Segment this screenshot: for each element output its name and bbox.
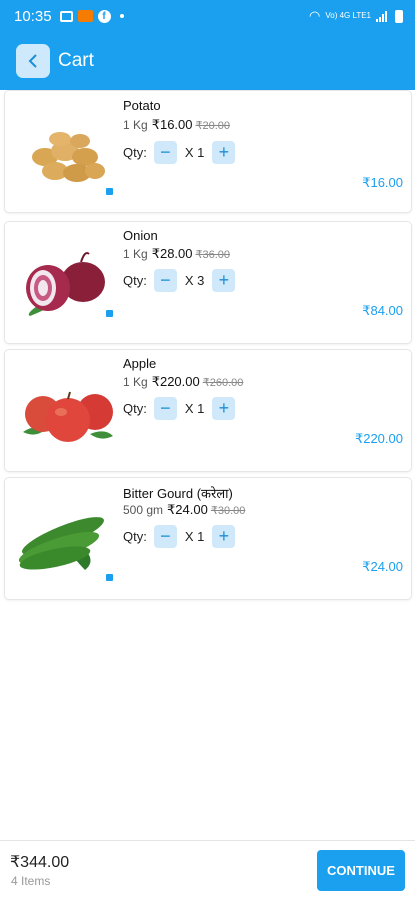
gallery-notification-icon <box>59 10 73 22</box>
status-time: 10:35 <box>14 7 52 25</box>
item-total: ₹84.00 <box>362 303 403 318</box>
increase-qty-button[interactable]: + <box>212 269 236 292</box>
qty-value: X 1 <box>184 529 205 544</box>
onion-image <box>26 252 105 316</box>
item-name: Bitter Gourd (करेला) <box>123 486 233 501</box>
item-price-line: 1 Kg ₹16.00 ₹20.00 <box>123 117 230 133</box>
item-count: 4 Items <box>11 874 51 888</box>
item-price-line: 1 Kg ₹28.00 ₹36.00 <box>123 246 230 262</box>
decrease-qty-button[interactable]: − <box>153 141 177 164</box>
decrease-qty-button[interactable]: − <box>153 397 177 420</box>
item-price: ₹220.00 <box>151 374 200 389</box>
qty-label: Qty: <box>123 529 147 544</box>
qty-value: X 1 <box>184 401 205 416</box>
more-notifications-icon <box>119 14 124 18</box>
item-name: Potato <box>123 98 161 113</box>
item-price-line: 1 Kg ₹220.00 ₹260.00 <box>123 374 243 390</box>
quantity-stepper: Qty: − X 1 + <box>123 397 236 420</box>
qty-value: X 3 <box>184 273 205 288</box>
back-button[interactable] <box>16 44 50 78</box>
qty-label: Qty: <box>123 401 147 416</box>
decrease-qty-button[interactable]: − <box>153 525 177 548</box>
qty-label: Qty: <box>123 273 147 288</box>
veg-indicator-icon <box>106 310 113 317</box>
item-price: ₹28.00 <box>151 246 193 261</box>
item-unit: 1 Kg <box>123 375 148 389</box>
item-name: Onion <box>123 228 158 243</box>
cart-item-onion: Onion 1 Kg ₹28.00 ₹36.00 Qty: − X 3 + ₹84.… <box>4 221 412 344</box>
increase-qty-button[interactable]: + <box>212 525 236 548</box>
item-mrp: ₹260.00 <box>202 377 244 389</box>
decrease-qty-button[interactable]: − <box>153 269 177 292</box>
cart-total: ₹344.00 <box>10 854 70 871</box>
checkout-bar: ₹344.00 4 Items CONTINUE <box>0 840 415 900</box>
cart-item-bitter-gourd: Bitter Gourd (करेला) 500 gm ₹24.00 ₹30.00 … <box>4 477 412 600</box>
item-mrp: ₹30.00 <box>210 505 246 517</box>
item-unit: 1 Kg <box>123 118 148 132</box>
potato-image <box>32 132 105 182</box>
increase-qty-button[interactable]: + <box>212 141 236 164</box>
item-price-line: 500 gm ₹24.00 ₹30.00 <box>123 502 245 518</box>
network-type-label: Vo) 4G LTE1 <box>325 11 371 20</box>
item-total: ₹220.00 <box>354 431 403 446</box>
cart-item-potato: Potato 1 Kg ₹16.00 ₹20.00 Qty: − X 1 + ₹16… <box>4 90 412 213</box>
qty-value: X 1 <box>184 145 205 160</box>
apple-image <box>23 391 113 442</box>
item-mrp: ₹36.00 <box>195 249 231 261</box>
item-unit: 500 gm <box>123 503 164 517</box>
quantity-stepper: Qty: − X 1 + <box>123 141 236 164</box>
item-unit: 1 Kg <box>123 247 148 261</box>
signal-icon <box>376 10 390 22</box>
increase-qty-button[interactable]: + <box>212 397 236 420</box>
battery-icon <box>395 9 403 23</box>
item-price: ₹24.00 <box>167 502 208 517</box>
qty-label: Qty: <box>123 145 147 160</box>
bitter-gourd-image <box>18 517 104 570</box>
page-title: Cart <box>58 50 94 71</box>
status-bar: 10:35 f ◠ Vo) 4G LTE1 <box>0 0 415 32</box>
item-mrp: ₹20.00 <box>195 120 231 132</box>
veg-indicator-icon <box>106 574 113 581</box>
app-notification-icon <box>77 10 93 22</box>
item-price: ₹16.00 <box>151 117 193 132</box>
quantity-stepper: Qty: − X 1 + <box>123 525 236 548</box>
item-total: ₹16.00 <box>362 175 403 190</box>
continue-button[interactable]: CONTINUE <box>317 850 405 891</box>
app-bar: Cart <box>0 32 415 90</box>
veg-indicator-icon <box>106 188 113 195</box>
wifi-icon: ◠ <box>309 8 321 23</box>
quantity-stepper: Qty: − X 3 + <box>123 269 236 292</box>
item-total: ₹24.00 <box>362 559 403 574</box>
item-name: Apple <box>123 356 157 371</box>
cart-item-apple: Apple 1 Kg ₹220.00 ₹260.00 Qty: − X 1 + ₹2… <box>4 349 412 472</box>
chevron-left-icon <box>28 54 37 68</box>
facebook-notification-icon: f <box>97 9 111 23</box>
